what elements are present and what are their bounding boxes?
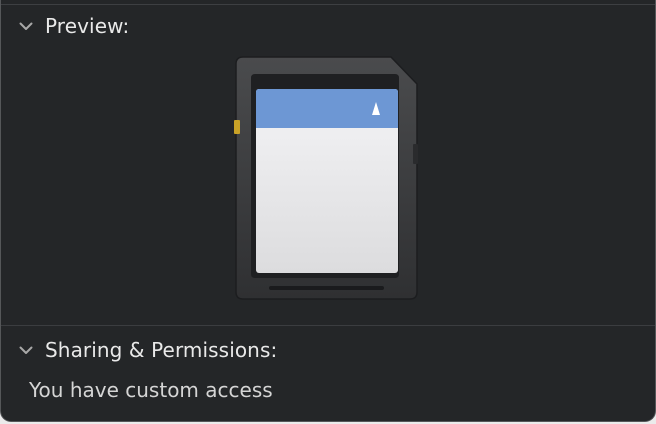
- access-status-text: You have custom access: [29, 378, 273, 402]
- section-divider: [1, 325, 655, 326]
- sd-card-icon: [234, 56, 418, 300]
- top-divider: [1, 4, 655, 5]
- preview-section-title: Preview:: [45, 14, 130, 38]
- chevron-down-icon[interactable]: [17, 341, 35, 359]
- chevron-down-icon[interactable]: [17, 17, 35, 35]
- info-panel: Preview: Sharing & Permissions: You have…: [0, 0, 656, 422]
- sharing-section-title: Sharing & Permissions:: [45, 338, 278, 362]
- sharing-section-toggle[interactable]: Sharing & Permissions:: [17, 338, 277, 362]
- preview-section-toggle[interactable]: Preview:: [17, 14, 129, 38]
